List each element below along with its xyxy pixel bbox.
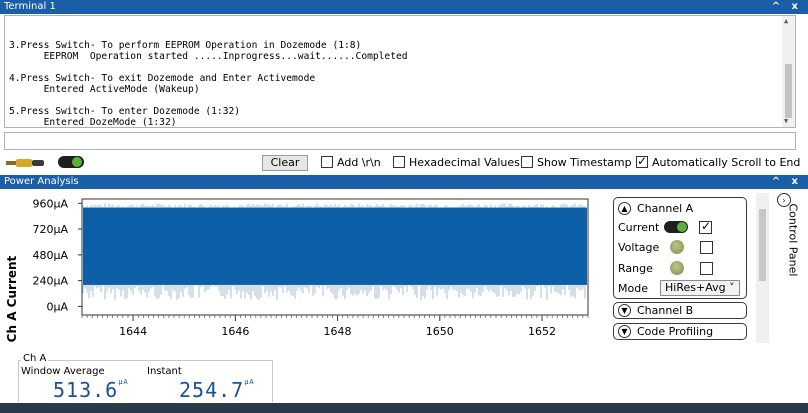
- hex-values-checkbox[interactable]: [393, 156, 405, 168]
- terminal-output[interactable]: 3.Press Switch- To perform EEPROM Operat…: [4, 15, 796, 128]
- autoscroll-checkbox[interactable]: [636, 154, 648, 168]
- chevron-down-icon: ˅: [729, 281, 735, 294]
- terminal-toolbar: Clear Add \r\n Hexadecimal Values Show T…: [0, 152, 808, 172]
- range-knob-icon[interactable]: [670, 261, 684, 275]
- x-tick-label: 1646: [221, 325, 249, 338]
- hex-values-option[interactable]: Hexadecimal Values: [393, 154, 520, 170]
- terminal-window-controls[interactable]: ^ x: [772, 0, 802, 14]
- terminal-title: Terminal 1: [4, 1, 56, 12]
- x-ticks: 1644 1646 1648 1650 1652: [119, 315, 556, 338]
- power-window-controls[interactable]: ^ x: [772, 175, 802, 189]
- scroll-down-icon[interactable]: ▼: [784, 116, 788, 127]
- add-rn-option[interactable]: Add \r\n: [321, 154, 381, 170]
- terminal-line: 5.Press Switch- To enter Dozemode (1:32): [9, 106, 241, 117]
- channel-a-header[interactable]: ▲ Channel A: [618, 202, 693, 215]
- code-profiling-group[interactable]: ▼ Code Profiling: [613, 323, 747, 340]
- range-row: Range: [618, 261, 713, 275]
- y-tick-label: 240µA: [32, 275, 68, 288]
- instant-value: 254.7µA: [179, 378, 255, 402]
- code-profiling-header[interactable]: ▼ Code Profiling: [618, 325, 713, 338]
- terminal-scrollbar[interactable]: ▲ ▼: [782, 16, 795, 127]
- autoscroll-option[interactable]: Automatically Scroll to End: [636, 154, 800, 170]
- timestamp-label: Show Timestamp: [537, 155, 632, 169]
- y-ticks: 960µA 720µA 480µA 240µA 0µA: [32, 197, 82, 313]
- control-panel-label[interactable]: Control Panel: [783, 197, 800, 277]
- window-average-value: 513.6µA: [53, 378, 129, 402]
- channel-b-group[interactable]: ▼ Channel B: [613, 302, 747, 319]
- terminal-lines: 3.Press Switch- To perform EEPROM Operat…: [9, 40, 795, 128]
- voltage-knob-icon[interactable]: [670, 240, 684, 254]
- plug-connector-icon[interactable]: [6, 157, 46, 169]
- timestamp-option[interactable]: Show Timestamp: [521, 154, 632, 170]
- add-rn-checkbox[interactable]: [321, 156, 333, 168]
- x-tick-label: 1644: [119, 325, 147, 338]
- x-tick-label: 1650: [426, 325, 454, 338]
- chevron-up-icon[interactable]: ▲: [618, 202, 631, 215]
- voltage-checkbox[interactable]: [700, 240, 713, 254]
- channel-b-header[interactable]: ▼ Channel B: [618, 304, 693, 317]
- terminal-line: Entered DozeMode (1:32): [9, 117, 177, 128]
- current-row: Current: [618, 219, 712, 234]
- terminal-input[interactable]: [4, 132, 796, 150]
- y-tick-label: 960µA: [32, 197, 68, 210]
- instant-label: Instant: [147, 366, 182, 377]
- x-tick-label: 1648: [324, 325, 352, 338]
- stats-group-label: Ch A: [21, 353, 49, 364]
- hex-values-label: Hexadecimal Values: [409, 155, 520, 169]
- current-band: [83, 207, 587, 285]
- y-tick-label: 0µA: [46, 300, 68, 313]
- channel-a-group: ▲ Channel A Current Voltage Range Mode H…: [613, 197, 747, 299]
- chevron-down-icon[interactable]: ▼: [618, 304, 631, 317]
- terminal-line: Entered ActiveMode (Wakeup): [9, 84, 200, 95]
- control-panel-scroll-thumb[interactable]: [759, 209, 766, 281]
- autoscroll-label: Automatically Scroll to End: [652, 155, 801, 169]
- power-analysis-title: Power Analysis: [4, 176, 79, 187]
- chevron-down-icon[interactable]: ▼: [618, 325, 631, 338]
- stats-group: Ch A Window Average Instant 513.6µA 254.…: [18, 353, 273, 402]
- channel-a-title: Channel A: [637, 202, 694, 215]
- terminal-line: 3.Press Switch- To perform EEPROM Operat…: [9, 40, 362, 51]
- range-label: Range: [618, 261, 653, 275]
- voltage-row: Voltage: [618, 240, 713, 254]
- scroll-up-icon[interactable]: ▲: [784, 16, 788, 27]
- range-checkbox[interactable]: [700, 261, 713, 275]
- terminal-line: EEPROM Operation started .....Inprogress…: [9, 51, 408, 62]
- add-rn-label: Add \r\n: [337, 155, 381, 169]
- clear-button[interactable]: Clear: [262, 155, 308, 171]
- channel-b-title: Channel B: [637, 304, 694, 317]
- current-chart[interactable]: 960µA 720µA 480µA 240µA 0µA 1644 1646 1648 1650…: [0, 189, 605, 354]
- mode-row: Mode HiRes+Avg ˅: [618, 280, 740, 296]
- x-tick-label: 1652: [528, 325, 556, 338]
- terminal-title-bar: Terminal 1 ^ x: [0, 0, 808, 14]
- current-label: Current: [618, 220, 660, 234]
- code-profiling-title: Code Profiling: [637, 325, 714, 338]
- power-analysis-title-bar: Power Analysis ^ x: [0, 175, 808, 189]
- voltage-label: Voltage: [618, 240, 660, 254]
- y-tick-label: 720µA: [32, 223, 68, 236]
- current-toggle-icon[interactable]: [664, 220, 690, 234]
- status-bar: [0, 403, 808, 413]
- mode-select[interactable]: HiRes+Avg ˅: [660, 280, 740, 296]
- terminal-line: 4.Press Switch- To exit Dozemode and Ent…: [9, 73, 316, 84]
- control-panel-scrollbar[interactable]: [756, 193, 769, 343]
- timestamp-checkbox[interactable]: [521, 156, 533, 168]
- current-checkbox[interactable]: [699, 219, 712, 234]
- mode-label: Mode: [618, 281, 648, 295]
- terminal-scroll-thumb[interactable]: [785, 64, 792, 118]
- y-tick-label: 480µA: [32, 249, 68, 262]
- connection-status-icon[interactable]: [58, 155, 86, 169]
- window-average-label: Window Average: [21, 366, 105, 377]
